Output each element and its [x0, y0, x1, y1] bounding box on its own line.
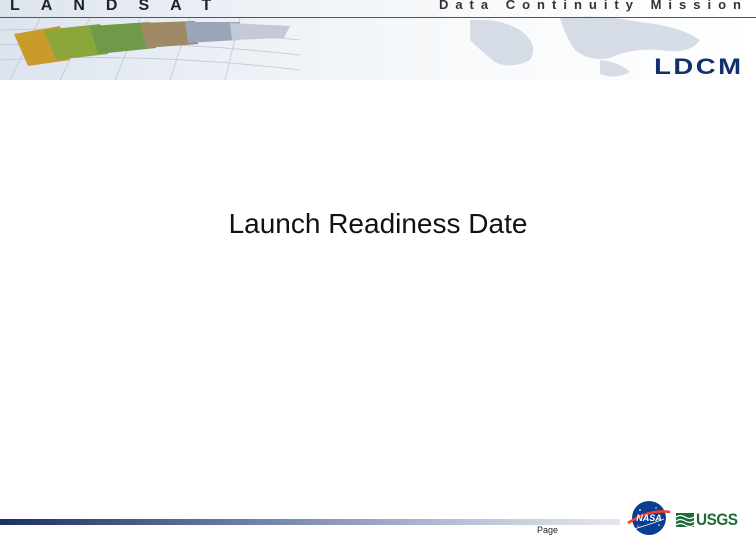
- slide-header: LANDSAT Data Continuity Mission LDCM: [0, 0, 756, 80]
- svg-text:NASA: NASA: [636, 513, 662, 523]
- page-label: Page: [537, 525, 559, 535]
- nasa-logo-icon: NASA: [627, 501, 671, 535]
- landsat-title: LANDSAT: [10, 0, 233, 14]
- mission-title: Data Continuity Mission: [438, 0, 748, 12]
- footer-bar: [0, 519, 620, 525]
- header-divider: [0, 17, 756, 18]
- ldcm-logo: LDCM: [654, 54, 744, 79]
- usgs-logo: USGS: [676, 509, 742, 531]
- usgs-wordmark: USGS: [696, 510, 738, 529]
- slide-title: Launch Readiness Date: [228, 208, 528, 239]
- usgs-wave-icon: [676, 513, 694, 527]
